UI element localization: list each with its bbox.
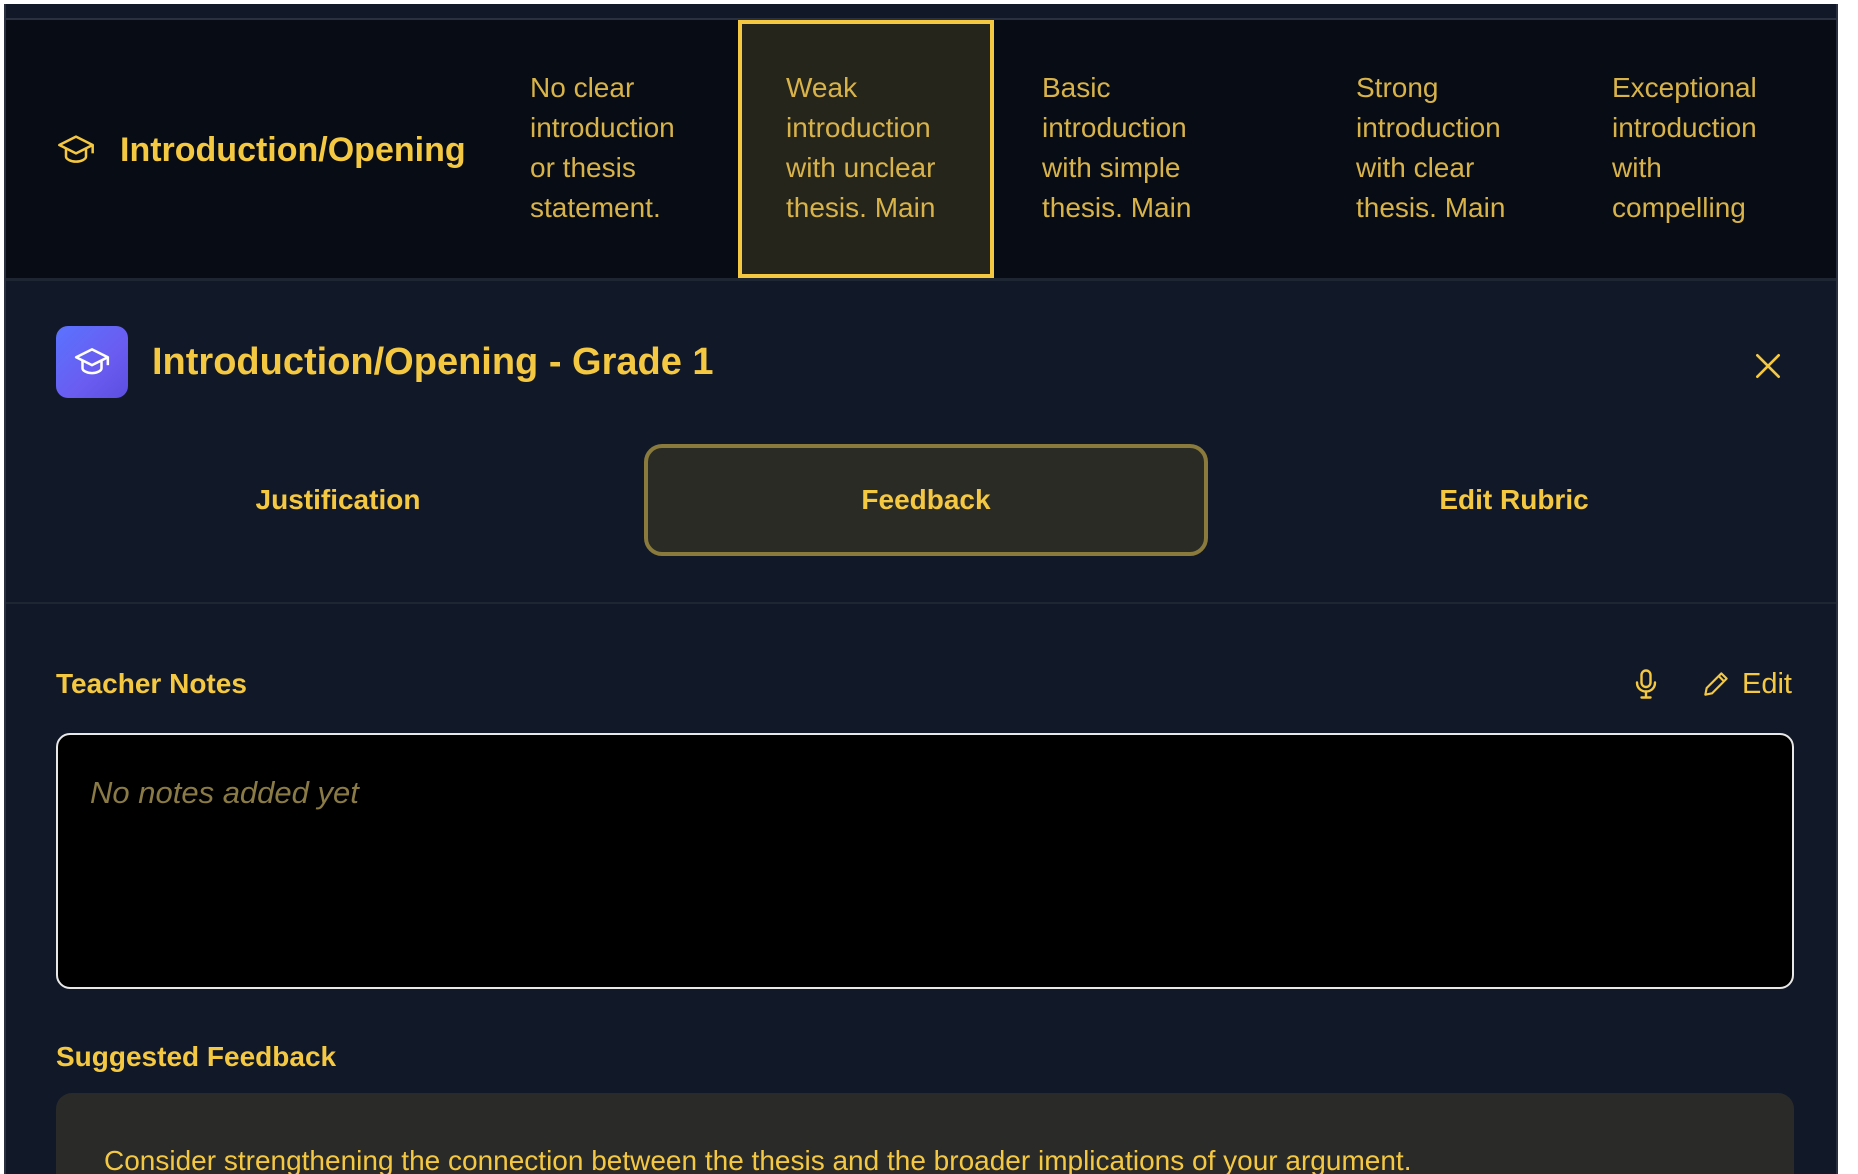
- rubric-level-2-selected[interactable]: Weak introduction with unclear thesis. M…: [738, 20, 994, 278]
- rubric-level-3[interactable]: Basic introduction with simple thesis. M…: [1042, 20, 1242, 278]
- panel-header: Introduction/Opening - Grade 1: [56, 326, 714, 398]
- tab-edit-rubric[interactable]: Edit Rubric: [1232, 444, 1796, 556]
- tab-justification[interactable]: Justification: [56, 444, 620, 556]
- rubric-criterion-row: Introduction/Opening No clear introducti…: [6, 20, 1836, 281]
- rubric-level-4[interactable]: Strong introduction with clear thesis. M…: [1356, 20, 1556, 278]
- teacher-notes-field[interactable]: No notes added yet: [56, 733, 1794, 989]
- pencil-icon: [1704, 672, 1728, 696]
- criterion-label: Introduction/Opening: [56, 130, 466, 170]
- rubric-panel: Introduction/Opening No clear introducti…: [4, 4, 1838, 1174]
- suggested-feedback-text: Consider strengthening the connection be…: [104, 1145, 1412, 1174]
- rubric-level-text: Weak introduction with unclear thesis. M…: [786, 72, 936, 223]
- section-divider: [6, 602, 1836, 604]
- edit-notes-button[interactable]: Edit: [1700, 668, 1792, 701]
- rubric-level-1[interactable]: No clear introduction or thesis statemen…: [530, 20, 690, 278]
- suggested-feedback-box: Consider strengthening the connection be…: [56, 1093, 1794, 1174]
- edit-label: Edit: [1742, 667, 1792, 700]
- tab-feedback[interactable]: Feedback: [644, 444, 1208, 556]
- rubric-level-text: Strong introduction with clear thesis. M…: [1356, 72, 1506, 223]
- rubric-level-5[interactable]: Exceptional introduction with compelling: [1612, 20, 1812, 278]
- suggested-feedback-label: Suggested Feedback: [56, 1041, 337, 1072]
- microphone-icon[interactable]: [1628, 666, 1664, 702]
- close-icon[interactable]: [1752, 350, 1784, 382]
- tab-label: Edit Rubric: [1439, 484, 1589, 515]
- rubric-level-text: Exceptional introduction with compelling: [1612, 72, 1757, 223]
- graduation-cap-icon: [74, 348, 110, 375]
- graduation-cap-icon: [58, 135, 94, 163]
- teacher-notes-label: Teacher Notes: [56, 668, 247, 699]
- notes-toolbar: Edit: [1628, 666, 1792, 702]
- tab-label: Justification: [255, 484, 421, 515]
- tab-bar: Justification Feedback Edit Rubric: [56, 444, 1816, 556]
- rubric-level-text: Basic introduction with simple thesis. M…: [1042, 72, 1192, 223]
- notes-placeholder: No notes added yet: [90, 775, 359, 810]
- panel-title: Introduction/Opening - Grade 1: [152, 340, 714, 383]
- criterion-badge: [56, 326, 128, 398]
- rubric-level-text: No clear introduction or thesis statemen…: [530, 72, 675, 223]
- criterion-name: Introduction/Opening: [120, 130, 466, 169]
- tab-label: Feedback: [861, 484, 991, 515]
